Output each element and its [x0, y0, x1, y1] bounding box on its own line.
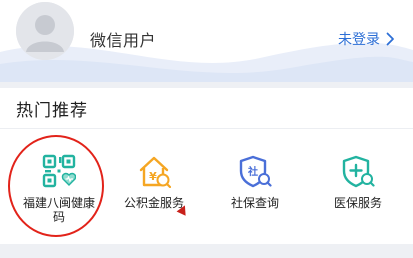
service-social-security[interactable]: 社 社保查询: [208, 154, 302, 210]
social-security-shield-icon: 社: [239, 155, 272, 188]
service-health-code[interactable]: 福建八闽健康码: [12, 154, 106, 224]
divider: [0, 128, 413, 129]
section-title: 热门推荐: [16, 101, 88, 121]
service-label: 医保服务: [333, 196, 382, 210]
avatar[interactable]: [16, 2, 74, 60]
user-header-card: 微信用户 未登录: [0, 0, 413, 82]
svg-text:¥: ¥: [149, 170, 157, 183]
medical-insurance-shield-icon: [342, 155, 375, 188]
login-label: 未登录: [338, 32, 380, 48]
chevron-right-icon: [386, 32, 395, 46]
svg-text:社: 社: [247, 165, 258, 178]
housing-fund-icon: ¥: [139, 156, 171, 188]
service-housing-fund[interactable]: ¥ 公积金服务: [107, 154, 201, 210]
service-label: 社保查询: [230, 196, 279, 210]
bottom-background: [0, 244, 413, 258]
service-medical-insurance[interactable]: 医保服务: [311, 154, 405, 210]
qr-health-code-icon: [42, 154, 76, 188]
user-name: 微信用户: [90, 31, 157, 50]
service-label: 福建八闽健康码: [22, 196, 95, 224]
user-silhouette-icon: [16, 2, 74, 60]
login-button[interactable]: 未登录: [338, 29, 395, 49]
hot-recommendations-card: 热门推荐 福建八闽健康码 ¥ 公积金服务 社 社保查询 医保服务: [0, 88, 413, 244]
